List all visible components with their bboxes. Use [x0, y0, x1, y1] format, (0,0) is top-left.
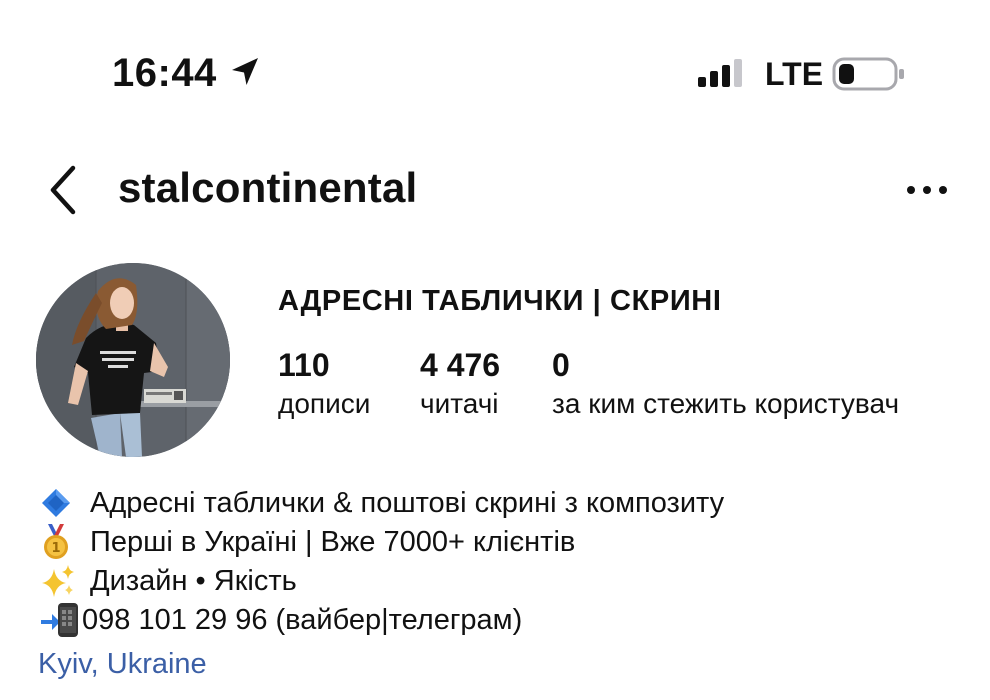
network-type-label: LTE: [765, 56, 824, 92]
bio-text: Адресні таблички & поштові скрині з комп…: [90, 486, 725, 519]
profile-username: stalcontinental: [118, 164, 418, 211]
profile-bio: Адресні таблички & поштові скрині з комп…: [40, 483, 970, 639]
stat-posts[interactable]: 110 дописи: [278, 345, 370, 422]
following-label: за ким стежить користувач: [552, 388, 900, 419]
more-horizontal-icon: [907, 186, 947, 194]
svg-text:1: 1: [51, 541, 60, 556]
bio-line: Дизайн • Якість: [40, 561, 970, 600]
bio-text: Дизайн • Якість: [90, 564, 297, 597]
bio-text: Перші в Україні | Вже 7000+ клієнтів: [90, 525, 576, 558]
signal-bars-icon: [698, 59, 742, 87]
mobile-phone-arrow-icon: [40, 602, 80, 638]
followers-label: читачі: [420, 388, 499, 419]
following-count: 0: [552, 347, 570, 383]
back-button[interactable]: [40, 160, 90, 220]
bio-line: Адресні таблички & поштові скрині з комп…: [40, 483, 970, 522]
more-options-button[interactable]: [900, 170, 954, 210]
location-link[interactable]: Kyiv, Ukraine: [38, 646, 207, 682]
first-place-medal-icon: 1: [40, 523, 80, 560]
stat-followers[interactable]: 4 476 читачі: [420, 345, 500, 422]
profile-display-name: АДРЕСНІ ТАБЛИЧКИ | СКРИНІ: [278, 285, 722, 317]
status-bar: 16:44 LTE: [0, 0, 990, 130]
posts-count: 110: [278, 347, 330, 383]
battery-icon: [832, 57, 904, 91]
status-time: 16:44: [112, 51, 217, 95]
avatar-photo: [36, 263, 230, 457]
bio-line: 1 Перші в Україні | Вже 7000+ клієнтів: [40, 522, 970, 561]
bio-text: 098 101 29 96 (вайбер|телеграм): [82, 603, 523, 636]
bio-line: 098 101 29 96 (вайбер|телеграм): [40, 600, 970, 639]
sparkles-icon: [40, 563, 80, 599]
blue-diamond-icon: [40, 485, 80, 521]
chevron-left-icon: [50, 165, 76, 215]
profile-avatar[interactable]: [36, 263, 230, 457]
posts-label: дописи: [278, 388, 371, 419]
stat-following[interactable]: 0 за ким стежить користувач: [552, 345, 899, 422]
followers-count: 4 476: [420, 347, 501, 383]
location-arrow-icon: [232, 58, 258, 85]
